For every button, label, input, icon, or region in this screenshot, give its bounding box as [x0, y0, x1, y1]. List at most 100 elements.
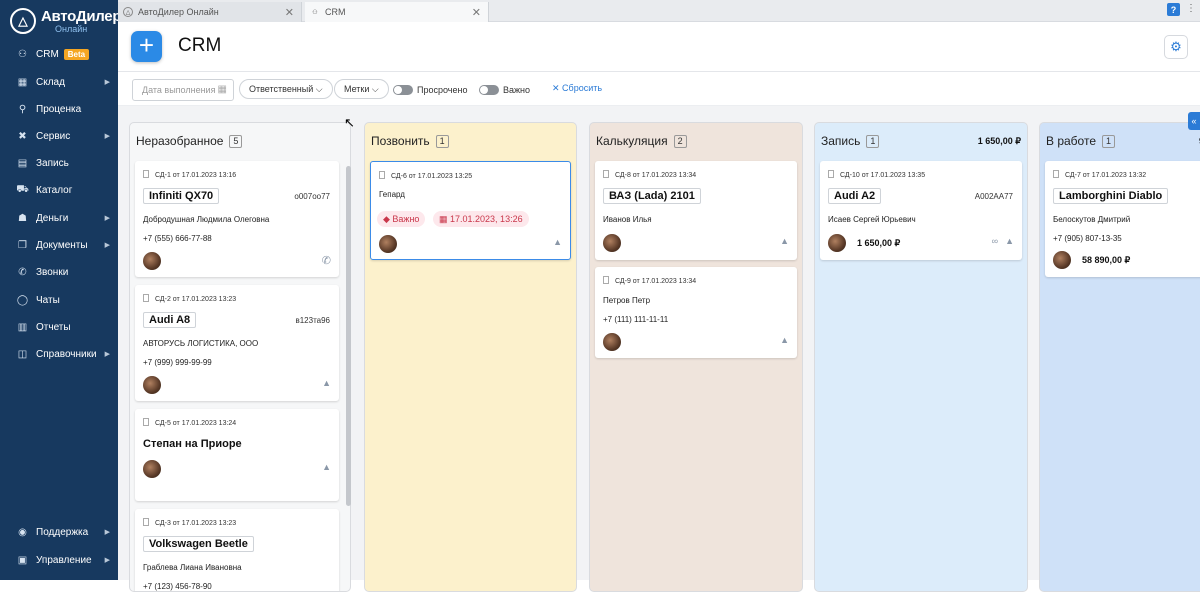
deal-title: Гепард — [379, 190, 405, 199]
deal-id: СД-5 от 17.01.2023 13:24 — [143, 418, 236, 427]
deal-card[interactable]: СД-5 от 17.01.2023 13:24 Степан на Приор… — [135, 409, 339, 501]
user-icon[interactable]: ▲ — [780, 335, 789, 345]
deal-card[interactable]: СД-10 от 17.01.2023 13:35 Audi A2 А002АА… — [820, 161, 1022, 260]
sidebar-item-documents[interactable]: ❐ Документы ▶ — [0, 235, 118, 255]
car-model: ВАЗ (Lada) 2101 — [603, 188, 701, 204]
column-sum: 1 650,00 ₽ — [977, 136, 1021, 146]
sidebar-item-label: Поддержка — [36, 526, 89, 538]
phone-icon[interactable]: ✆ — [322, 254, 331, 267]
sidebar-item-reports[interactable]: ▥ Отчеты — [0, 317, 118, 337]
sidebar-item-label: Сервис — [36, 130, 71, 142]
bookmark-icon[interactable] — [143, 170, 149, 178]
gear-icon[interactable]: ⚙ — [1164, 35, 1188, 59]
bookmark-icon[interactable] — [379, 171, 385, 179]
user-icon[interactable]: ▲ — [322, 378, 331, 388]
client-name: Граблева Лиана Ивановна — [143, 563, 242, 572]
sidebar: △ АвтоДилер Онлайн ⚇ CRM Beta ▦ Склад ▶ … — [0, 0, 122, 580]
tab-autodealer-online[interactable]: △ АвтоДилер Онлайн ✕ — [118, 2, 302, 22]
avatar — [143, 376, 161, 394]
tags-dropdown[interactable]: Метки ⌵ — [334, 79, 389, 99]
deal-card[interactable]: СД-8 от 17.01.2023 13:34 ВАЗ (Lada) 2101… — [595, 161, 797, 260]
sidebar-item-directories[interactable]: ◫ Справочники ▶ — [0, 344, 118, 364]
deal-card[interactable]: СД-7 от 17.01.2023 13:32 Lamborghini Dia… — [1045, 161, 1200, 277]
sidebar-item-label: Каталог — [36, 184, 73, 196]
catalog-icon: ⛟ — [16, 183, 29, 195]
chevron-right-icon: ▶ — [104, 351, 110, 358]
user-icon[interactable]: ▲ — [780, 236, 789, 246]
sidebar-item-calls[interactable]: ✆ Звонки — [0, 262, 118, 282]
chevron-right-icon: ▶ — [104, 133, 110, 140]
collapse-panel-button[interactable]: « — [1188, 112, 1200, 130]
close-icon[interactable]: ✕ — [472, 6, 481, 19]
sidebar-item-money[interactable]: ☗ Деньги ▶ — [0, 208, 118, 228]
sidebar-item-procenka[interactable]: ⚲ Проценка — [0, 99, 118, 119]
sidebar-item-management[interactable]: ▣ Управление ▶ — [0, 550, 118, 570]
client-name: АВТОРУСЬ ЛОГИСТИКА, ООО — [143, 339, 259, 348]
sidebar-item-catalog[interactable]: ⛟ Каталог — [0, 180, 118, 200]
client-phone: +7 (555) 666-77-88 — [143, 234, 212, 243]
column-header: Неразобранное 5 — [136, 134, 243, 148]
deal-id: СД-3 от 17.01.2023 13:23 — [143, 518, 236, 527]
reset-label: Сбросить — [562, 83, 603, 93]
client-phone: +7 (123) 456-78-90 — [143, 582, 212, 591]
date-filter-input[interactable]: Дата выполнения ▦ — [132, 79, 234, 101]
user-icon[interactable]: ▲ — [1005, 236, 1014, 246]
bookmark-icon[interactable] — [143, 518, 149, 526]
settings-icon: ▣ — [17, 554, 28, 566]
calendar-icon: ▤ — [17, 157, 28, 169]
phone-icon: ✆ — [18, 266, 27, 278]
important-tag[interactable]: ◆ Важно — [377, 211, 426, 227]
bookmark-icon[interactable] — [143, 418, 149, 426]
book-icon: ◫ — [17, 348, 28, 360]
sidebar-item-label: Справочники — [36, 348, 97, 360]
important-toggle[interactable] — [479, 85, 499, 95]
license-plate: о007оо77 — [294, 192, 330, 201]
user-icon[interactable]: ▲ — [553, 237, 562, 247]
app-name: АвтоДилер — [41, 7, 122, 25]
bookmark-icon[interactable] — [828, 170, 834, 178]
user-icon[interactable]: ▲ — [322, 462, 331, 472]
deal-card[interactable]: СД-2 от 17.01.2023 13:23 Audi A8 в123та9… — [135, 285, 339, 401]
app-logo[interactable]: △ АвтоДилер Онлайн — [10, 7, 122, 34]
bookmark-icon[interactable] — [143, 294, 149, 302]
add-deal-button[interactable]: + — [131, 31, 162, 62]
sidebar-item-warehouse[interactable]: ▦ Склад ▶ — [0, 72, 118, 92]
sidebar-item-service[interactable]: ✖ Сервис ▶ — [0, 126, 118, 146]
more-icon[interactable]: ⋮ — [1186, 3, 1196, 14]
close-icon[interactable]: ✕ — [285, 6, 294, 19]
column-title: Неразобранное — [136, 134, 224, 148]
sidebar-item-chats[interactable]: ◯ Чаты — [0, 290, 118, 310]
overdue-toggle[interactable] — [393, 85, 413, 95]
column-scrollbar[interactable] — [346, 166, 351, 506]
warehouse-icon: ▦ — [17, 76, 28, 88]
sidebar-item-booking[interactable]: ▤ Запись — [0, 153, 118, 173]
sidebar-item-crm[interactable]: ⚇ CRM Beta — [0, 44, 118, 64]
tags-label: Метки — [344, 84, 370, 94]
car-model: Audi A2 — [828, 188, 882, 204]
logo-icon: △ — [123, 7, 133, 17]
beta-badge: Beta — [63, 48, 90, 60]
column-in-progress: В работе 1 9 СД-7 от 17.01.2023 13:32 La… — [1039, 122, 1200, 592]
deal-id: СД-8 от 17.01.2023 13:34 — [603, 170, 696, 179]
help-button[interactable]: ? — [1167, 3, 1180, 16]
deal-id-text: СД-10 от 17.01.2023 13:35 — [840, 172, 926, 179]
deal-card[interactable]: СД-6 от 17.01.2023 13:25 Гепард ◆ Важно … — [370, 161, 571, 260]
client-name: Петров Петр — [603, 296, 651, 305]
sidebar-item-support[interactable]: ◉ Поддержка ▶ — [0, 522, 118, 542]
tab-crm[interactable]: ⚇ CRM ✕ — [305, 2, 489, 22]
deal-card[interactable]: СД-1 от 17.01.2023 13:16 Infiniti QX70 о… — [135, 161, 339, 277]
due-date-tag[interactable]: ▦ 17.01.2023, 13:26 — [433, 211, 529, 227]
responsible-dropdown[interactable]: Ответственный ⌵ — [239, 79, 333, 99]
deal-card[interactable]: СД-9 от 17.01.2023 13:34 Петров Петр +7 … — [595, 267, 797, 358]
bookmark-icon[interactable] — [603, 276, 609, 284]
link-icon[interactable]: ∞ — [992, 236, 998, 246]
reset-filters-link[interactable]: ✕ Сбросить — [552, 83, 602, 94]
bookmark-icon[interactable] — [603, 170, 609, 178]
bookmark-icon[interactable] — [1053, 170, 1059, 178]
sidebar-item-label: Чаты — [36, 294, 60, 306]
warning-icon: ◆ — [383, 214, 393, 224]
car-model: Volkswagen Beetle — [143, 536, 254, 552]
documents-icon: ❐ — [18, 239, 27, 251]
sidebar-item-label: Звонки — [36, 266, 69, 278]
deal-id: СД-9 от 17.01.2023 13:34 — [603, 276, 696, 285]
